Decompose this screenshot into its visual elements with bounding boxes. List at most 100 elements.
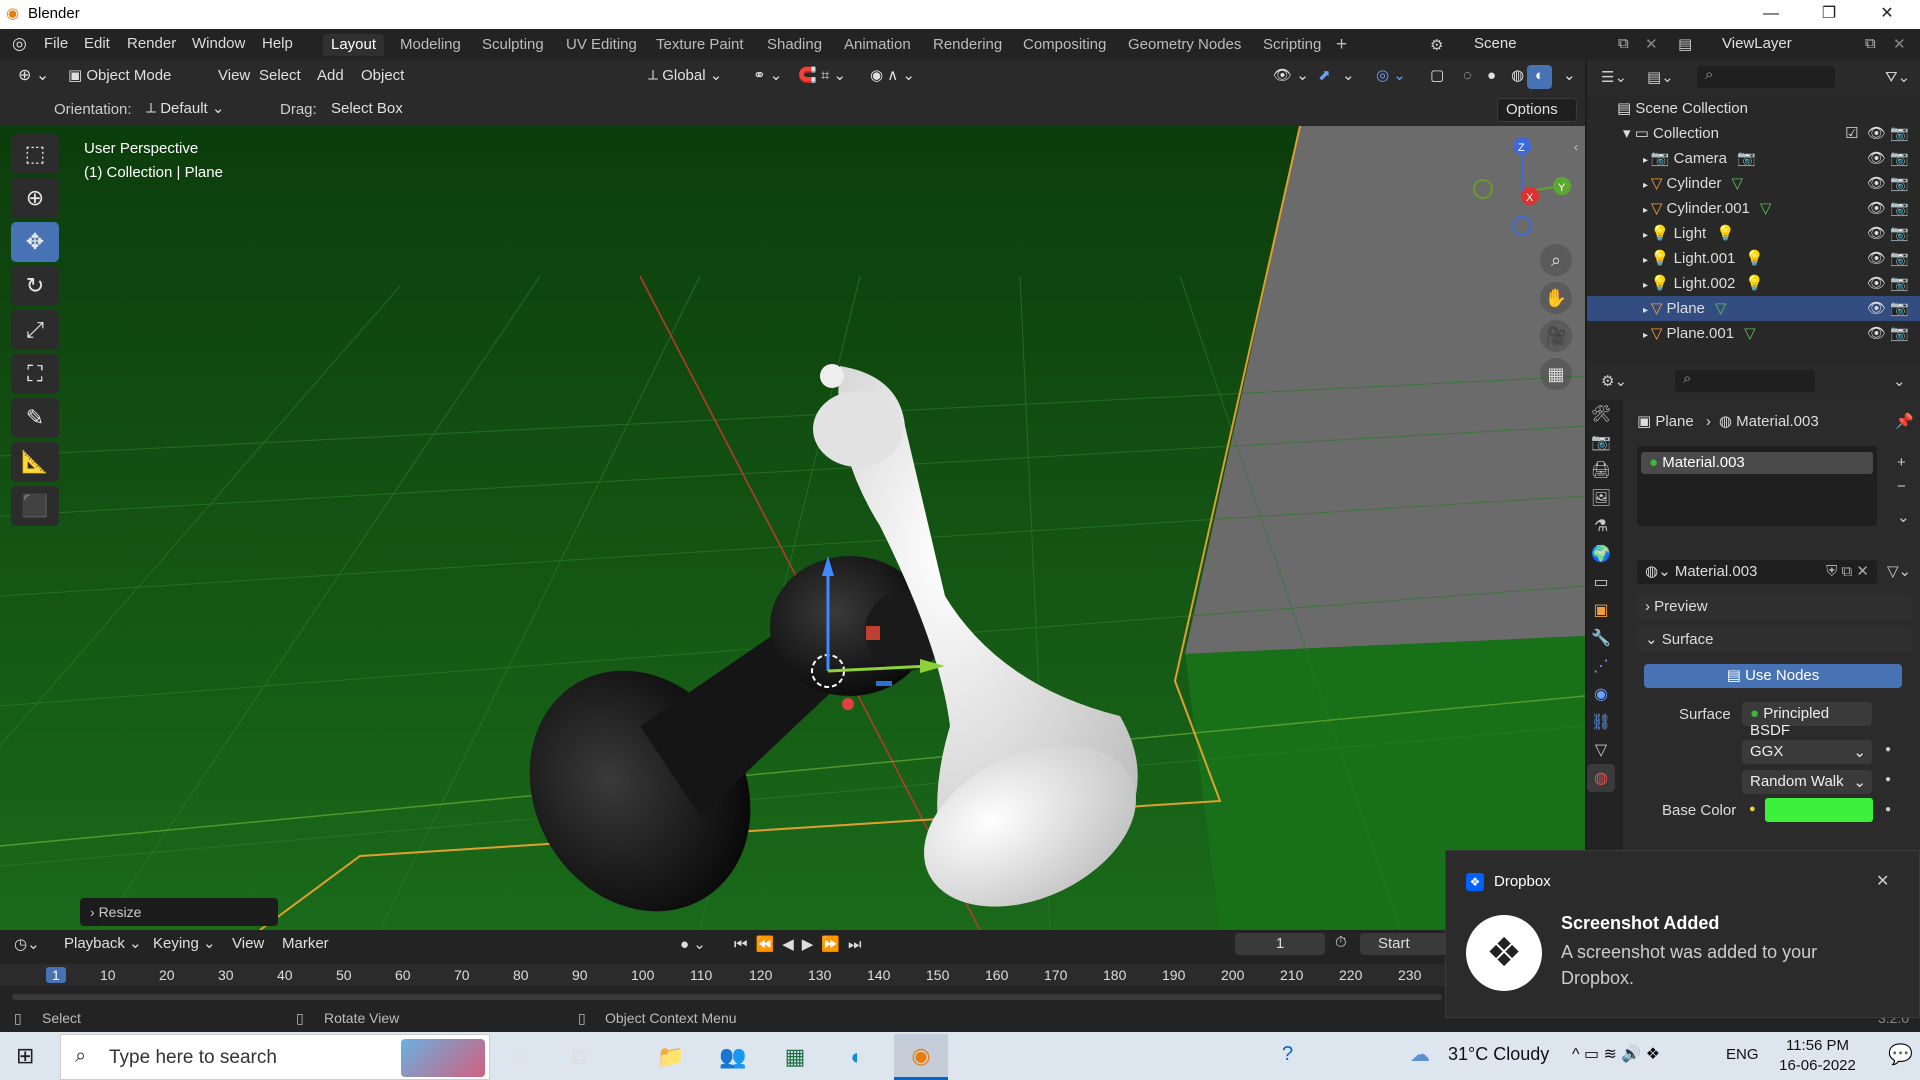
zoom-icon[interactable]: ⌕ bbox=[1540, 244, 1572, 276]
render-camera-icon[interactable]: 📷 bbox=[1890, 271, 1909, 296]
teams-icon[interactable]: 👥 bbox=[706, 1034, 760, 1080]
visibility-eye-icon[interactable]: 👁 bbox=[1867, 246, 1886, 271]
menu-window[interactable]: Window bbox=[192, 35, 245, 52]
transform-orientation-dropdown[interactable]: ⟂ Global ⌄ bbox=[640, 65, 732, 89]
menu-object[interactable]: Object bbox=[353, 65, 412, 89]
visibility-icon[interactable]: 👁 ⌄ bbox=[1265, 65, 1317, 89]
scale-tool-icon[interactable]: ⤢ bbox=[11, 310, 59, 350]
editor-type-icon[interactable]: ⊕ ⌄ bbox=[10, 65, 57, 89]
expand-arrow-icon[interactable]: ▸ bbox=[1643, 205, 1651, 216]
surface-panel-header[interactable]: ⌄ Surface bbox=[1637, 626, 1912, 652]
gizmo-dropdown-icon[interactable]: ⌄ bbox=[1334, 65, 1363, 89]
tab-rendering[interactable]: Rendering bbox=[925, 34, 1010, 56]
record-button[interactable]: ● ⌄ bbox=[680, 935, 706, 953]
expand-arrow-icon[interactable]: ▸ bbox=[1643, 330, 1651, 341]
prev-keyframe-icon[interactable]: ⏪ bbox=[756, 936, 783, 953]
dropbox-tray-icon[interactable]: ❖ bbox=[1646, 1046, 1660, 1063]
base-color-socket-icon[interactable]: ● bbox=[1749, 803, 1756, 815]
expand-arrow-icon[interactable]: ▸ bbox=[1643, 230, 1651, 241]
new-scene-icon[interactable]: ⧉ bbox=[1618, 35, 1629, 52]
new-viewlayer-icon[interactable]: ⧉ bbox=[1865, 35, 1876, 52]
plane-handle-xz[interactable] bbox=[866, 626, 880, 640]
constraints-tab-icon[interactable]: ⛓ bbox=[1587, 708, 1615, 736]
expand-arrow-icon[interactable]: ▸ bbox=[1643, 255, 1651, 266]
start-frame-field[interactable]: Start bbox=[1360, 933, 1445, 955]
xray-icon[interactable]: ▢ bbox=[1422, 65, 1452, 89]
visibility-eye-icon[interactable]: 👁 bbox=[1867, 171, 1886, 196]
tray-chevron-icon[interactable]: ^ bbox=[1572, 1046, 1584, 1063]
annotate-tool-icon[interactable]: ✎ bbox=[11, 398, 59, 438]
visibility-eye-icon[interactable]: 👁 bbox=[1867, 321, 1886, 346]
display-mode-icon[interactable]: ▤⌄ bbox=[1647, 68, 1674, 86]
drag-dropdown[interactable]: Select Box ⌄ bbox=[323, 98, 417, 139]
modifier-tab-icon[interactable]: 🔧 bbox=[1587, 624, 1615, 652]
tab-shading[interactable]: Shading bbox=[759, 34, 830, 56]
add-cube-tool-icon[interactable]: ⬛ bbox=[11, 486, 59, 526]
base-color-keyframe-icon[interactable]: ● bbox=[1885, 804, 1891, 815]
edge-icon[interactable]: ◐ bbox=[830, 1034, 884, 1080]
subsurface-method-dropdown[interactable]: Random Walk ⌄ bbox=[1742, 770, 1872, 794]
language-indicator[interactable]: ENG bbox=[1726, 1046, 1759, 1063]
outliner-scene-collection[interactable]: ▤ Scene Collection bbox=[1587, 96, 1920, 121]
overlay-toggle-icon[interactable]: ◎ ⌄ bbox=[1368, 65, 1414, 89]
wireframe-shading-icon[interactable]: ◌ bbox=[1455, 65, 1480, 89]
menu-select[interactable]: Select bbox=[251, 65, 309, 89]
base-color-swatch[interactable] bbox=[1765, 798, 1873, 822]
visibility-eye-icon[interactable]: 👁 bbox=[1867, 271, 1886, 296]
pivot-point-icon[interactable]: ⚭ ⌄ bbox=[745, 65, 790, 89]
select-box-tool-icon[interactable]: ⬚ bbox=[11, 134, 59, 174]
menu-render[interactable]: Render bbox=[127, 35, 176, 52]
slot-specials-icon[interactable]: ⌄ bbox=[1897, 508, 1910, 526]
next-keyframe-icon[interactable]: ⏩ bbox=[821, 936, 848, 953]
menu-help[interactable]: Help bbox=[262, 35, 293, 52]
visibility-eye-icon[interactable]: 👁 bbox=[1867, 196, 1886, 221]
physics-tab-icon[interactable]: ◉ bbox=[1587, 680, 1615, 708]
outliner-row[interactable]: ▸ ▽ Cylinder ▽ 👁 📷 bbox=[1587, 171, 1920, 196]
subsurface-socket-icon[interactable]: ● bbox=[1885, 774, 1891, 785]
object-tab-icon[interactable]: ▣ bbox=[1587, 596, 1615, 624]
tool-tab-icon[interactable]: 🛠 bbox=[1587, 400, 1615, 428]
proportional-edit-icon[interactable]: ◉ ∧ ⌄ bbox=[862, 65, 923, 89]
tab-uv-editing[interactable]: UV Editing bbox=[558, 34, 645, 56]
dropbox-notification[interactable]: ❖ Dropbox ✕ ❖ Screenshot Added A screens… bbox=[1445, 850, 1920, 1018]
marker-menu[interactable]: Marker bbox=[274, 933, 337, 957]
tab-sculpting[interactable]: Sculpting bbox=[474, 34, 552, 56]
output-tab-icon[interactable]: 🖨 bbox=[1587, 456, 1615, 484]
sidebar-toggle-icon[interactable]: ‹ bbox=[1574, 140, 1578, 154]
collection-checkbox-icon[interactable]: ☑ bbox=[1845, 121, 1858, 146]
render-tab-icon[interactable]: 📷 bbox=[1587, 428, 1615, 456]
close-button[interactable]: ✕ bbox=[1858, 0, 1916, 29]
link-dropdown-icon[interactable]: ▽⌄ bbox=[1887, 562, 1911, 580]
plane-handle-xy[interactable] bbox=[876, 681, 892, 686]
add-slot-icon[interactable]: + bbox=[1897, 454, 1906, 471]
visibility-eye-icon[interactable]: 👁 bbox=[1867, 221, 1886, 246]
preview-panel-header[interactable]: › Preview bbox=[1637, 594, 1912, 620]
tab-animation[interactable]: Animation bbox=[836, 34, 919, 56]
menu-file[interactable]: File bbox=[44, 35, 68, 52]
outliner-row[interactable]: ▸ 💡 Light.002 💡 👁 📷 bbox=[1587, 271, 1920, 296]
timeline-ruler[interactable]: 1 10 20 30 40 50 60 70 80 90 100 110 120 130 140 150 160… bbox=[0, 964, 1445, 986]
tab-scripting[interactable]: Scripting bbox=[1255, 34, 1329, 56]
outliner-editor-type-icon[interactable]: ☰⌄ bbox=[1601, 68, 1627, 86]
weather-text[interactable]: 31°C Cloudy bbox=[1448, 1044, 1549, 1065]
render-camera-icon[interactable]: 📷 bbox=[1890, 221, 1909, 246]
tab-modeling[interactable]: Modeling bbox=[392, 34, 469, 56]
tray-icons[interactable]: ^ ▭ ≋ 🔊 ❖ bbox=[1572, 1044, 1660, 1064]
weather-cloud-icon[interactable]: ☁ bbox=[1410, 1042, 1430, 1067]
material-tab-icon[interactable]: ◍ bbox=[1587, 764, 1615, 792]
help-icon[interactable]: ? bbox=[1282, 1043, 1293, 1066]
filter-icon[interactable]: ⛛⌄ bbox=[1885, 68, 1910, 86]
data-tab-icon[interactable]: ▽ bbox=[1587, 736, 1615, 764]
menu-edit[interactable]: Edit bbox=[84, 35, 110, 52]
material-datablock[interactable]: ◍⌄ Material.003 ⛨ ⧉ ✕ bbox=[1637, 560, 1877, 584]
material-slot-list[interactable]: ● Material.003 bbox=[1637, 446, 1877, 526]
visibility-eye-icon[interactable]: 👁 bbox=[1867, 146, 1886, 171]
taskbar-search-box[interactable]: ⌕ Type here to search bbox=[60, 1034, 490, 1080]
view-layer-tab-icon[interactable]: 🖼 bbox=[1587, 484, 1615, 512]
3d-viewport[interactable]: Z Y X User Perspective (1) Collection | … bbox=[0, 126, 1585, 930]
render-camera-icon[interactable]: 📷 bbox=[1890, 196, 1909, 221]
collection-render-icon[interactable]: 📷 bbox=[1890, 121, 1909, 146]
transform-tool-icon[interactable]: ⛶ bbox=[11, 354, 59, 394]
maximize-button[interactable]: ❐ bbox=[1800, 0, 1858, 29]
excel-icon[interactable]: ▦ bbox=[768, 1034, 822, 1080]
